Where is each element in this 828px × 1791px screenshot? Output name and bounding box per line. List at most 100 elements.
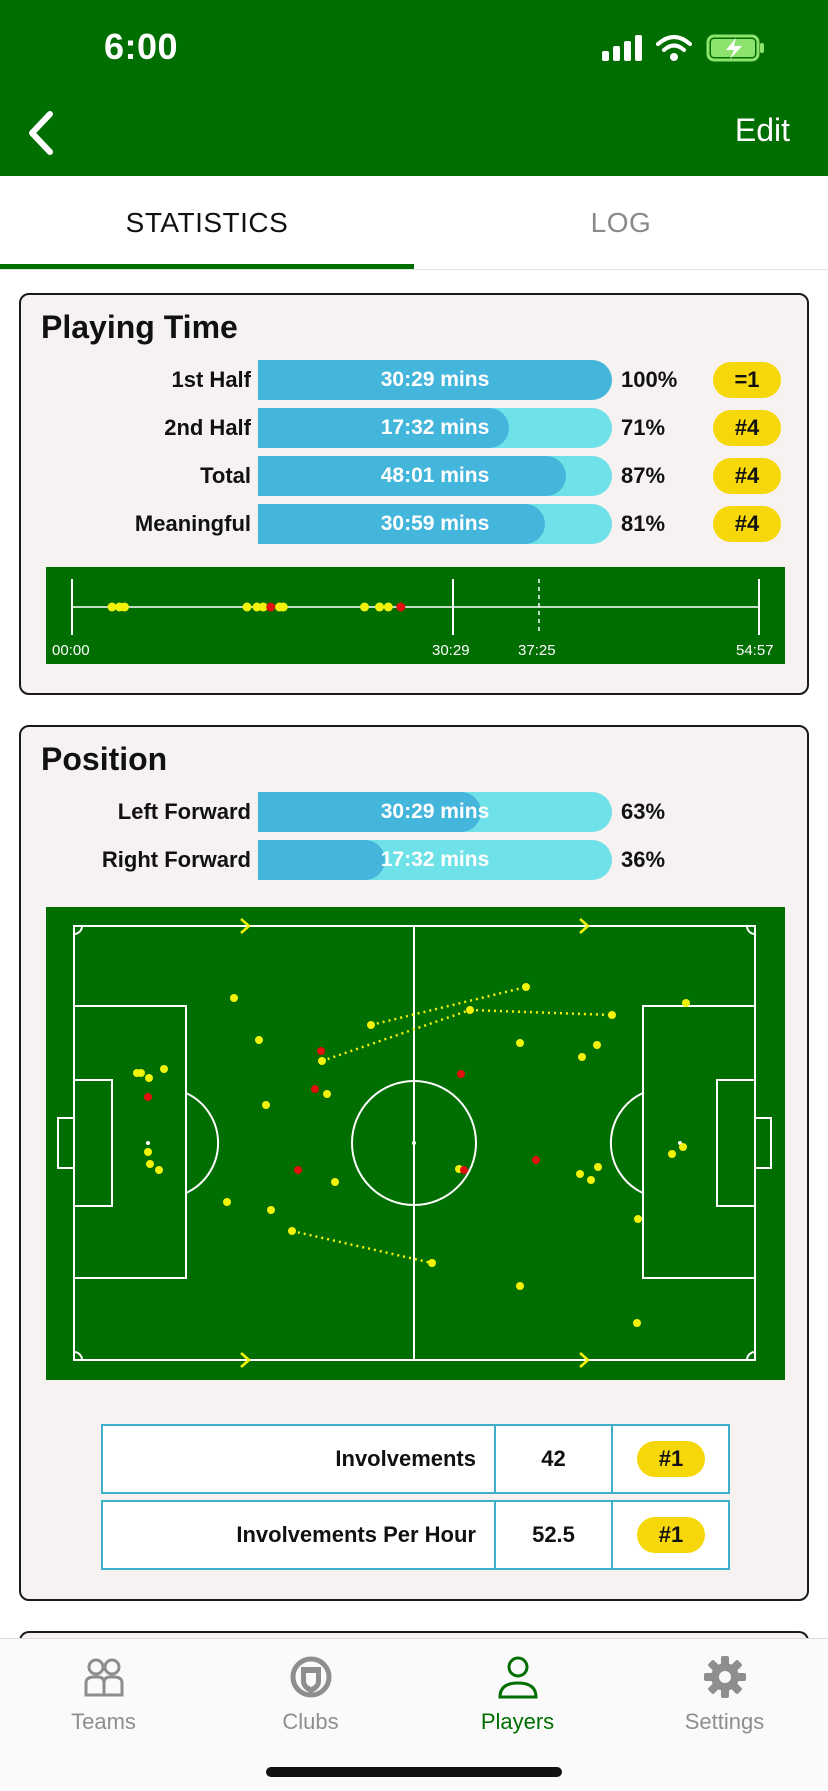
timeline-label-sub: 37:25: [518, 642, 556, 659]
playing-time-card: Playing Time 1st Half 30:29 mins 100% =1…: [19, 293, 809, 695]
involvement-point: [587, 1176, 595, 1184]
time-bar-text: 17:32 mins: [380, 416, 490, 439]
involvement-point: [633, 1319, 641, 1327]
row-label: Right Forward: [101, 847, 251, 872]
involvement-point: [323, 1090, 331, 1098]
rank-badge: #4: [713, 458, 781, 494]
row-percent: 87%: [621, 463, 666, 488]
row-percent: 100%: [621, 367, 678, 392]
involvement-point: [428, 1259, 436, 1267]
row-percent: 81%: [621, 511, 666, 536]
tabbar-label: Players: [480, 1709, 555, 1734]
involvement-point: [230, 994, 238, 1002]
timeline-event-marker: [383, 602, 393, 612]
involvement-point: [146, 1160, 154, 1168]
position-bar: 17:32 mins: [258, 840, 612, 880]
segment-tabs: STATISTICS LOG: [0, 176, 828, 270]
pitch-heatmap: [46, 907, 785, 1380]
row-label: 2nd Half: [164, 415, 251, 440]
time-bar-text: 30:29 mins: [380, 368, 490, 391]
involvement-point: [466, 1006, 474, 1014]
position-card: Position Left Forward 30:29 mins 63% Rig…: [19, 725, 809, 1601]
involvement-point: [318, 1057, 326, 1065]
back-chevron-icon[interactable]: [22, 108, 62, 158]
stat-rank-cell: #1: [613, 1502, 728, 1568]
rank-badge: #4: [713, 410, 781, 446]
position-title: Position: [41, 741, 168, 777]
stat-label: Involvements: [103, 1426, 496, 1492]
stat-value: 42: [496, 1426, 613, 1492]
playing-time-row-meaningful: Meaningful 30:59 mins 81% #4: [21, 504, 811, 544]
rank-badge: #4: [713, 506, 781, 542]
tabbar-item-teams[interactable]: Teams: [0, 1639, 207, 1749]
position-row-left-forward: Left Forward 30:29 mins 63%: [21, 792, 811, 832]
involvement-point: [144, 1148, 152, 1156]
involvement-point: [634, 1215, 642, 1223]
row-percent: 71%: [621, 415, 666, 440]
involvement-point: [668, 1150, 676, 1158]
playing-time-row-first-half: 1st Half 30:29 mins 100% =1: [21, 360, 811, 400]
tab-log[interactable]: LOG: [414, 176, 828, 270]
rank-badge: #1: [637, 1441, 705, 1477]
involvement-point: [223, 1198, 231, 1206]
timeline-label-half: 30:29: [432, 642, 470, 659]
time-bar: 30:29 mins: [258, 360, 612, 400]
involvement-point: [367, 1021, 375, 1029]
involvement-point-red: [457, 1070, 465, 1078]
teams-icon: [84, 1658, 124, 1697]
rank-badge: #1: [637, 1517, 705, 1553]
involvement-point: [155, 1166, 163, 1174]
players-icon: [498, 1656, 538, 1699]
involvement-point: [267, 1206, 275, 1214]
time-bar: 17:32 mins: [258, 408, 612, 448]
tabbar-item-players[interactable]: Players: [414, 1639, 621, 1749]
tabbar-item-settings[interactable]: Settings: [621, 1639, 828, 1749]
involvement-point-red: [532, 1156, 540, 1164]
settings-icon: [704, 1656, 746, 1698]
timeline-event-marker: [375, 602, 385, 612]
position-bar-text: 17:32 mins: [380, 848, 490, 871]
row-label: Left Forward: [117, 799, 251, 824]
status-time: 6:00: [104, 26, 179, 67]
playing-time-title: Playing Time: [41, 309, 238, 345]
row-label: 1st Half: [171, 367, 251, 392]
playing-time-row-total: Total 48:01 mins 87% #4: [21, 456, 811, 496]
battery-charging-icon: [706, 34, 764, 62]
stat-rank-cell: #1: [613, 1426, 728, 1492]
involvement-point-red: [317, 1047, 325, 1055]
involvement-point: [331, 1178, 339, 1186]
time-bar-text: 30:59 mins: [380, 512, 490, 535]
involvement-point: [288, 1227, 296, 1235]
timeline-label-end: 54:57: [736, 642, 774, 659]
involvement-point: [255, 1036, 263, 1044]
involvement-point: [682, 999, 690, 1007]
involvement-point: [576, 1170, 584, 1178]
cellular-signal-icon: [602, 35, 642, 61]
timeline-event-marker: [242, 602, 252, 612]
playing-time-row-second-half: 2nd Half 17:32 mins 71% #4: [21, 408, 811, 448]
home-indicator: [266, 1767, 562, 1777]
status-icons: [602, 34, 766, 62]
time-bar: 48:01 mins: [258, 456, 612, 496]
row-label: Meaningful: [134, 511, 251, 536]
wifi-icon: [656, 35, 692, 61]
tabbar-item-clubs[interactable]: Clubs: [207, 1639, 414, 1749]
app-header: 6:00 Edit: [0, 0, 828, 176]
clubs-icon: [290, 1656, 332, 1698]
involvement-point: [137, 1069, 145, 1077]
timeline-label-start: 00:00: [52, 642, 90, 659]
timeline-event-marker: [360, 602, 370, 612]
involvement-point: [522, 983, 530, 991]
edit-button[interactable]: Edit: [735, 112, 790, 149]
tabbar-label: Teams: [71, 1709, 136, 1734]
row-label: Total: [200, 463, 251, 488]
tab-statistics[interactable]: STATISTICS: [0, 176, 414, 270]
involvement-point: [262, 1101, 270, 1109]
involvement-point: [593, 1041, 601, 1049]
involvement-point-red: [144, 1093, 152, 1101]
involvement-point-red: [294, 1166, 302, 1174]
rank-badge: =1: [713, 362, 781, 398]
active-tab-indicator: [0, 264, 414, 269]
involvement-point: [145, 1074, 153, 1082]
timeline-event-marker: [278, 602, 288, 612]
